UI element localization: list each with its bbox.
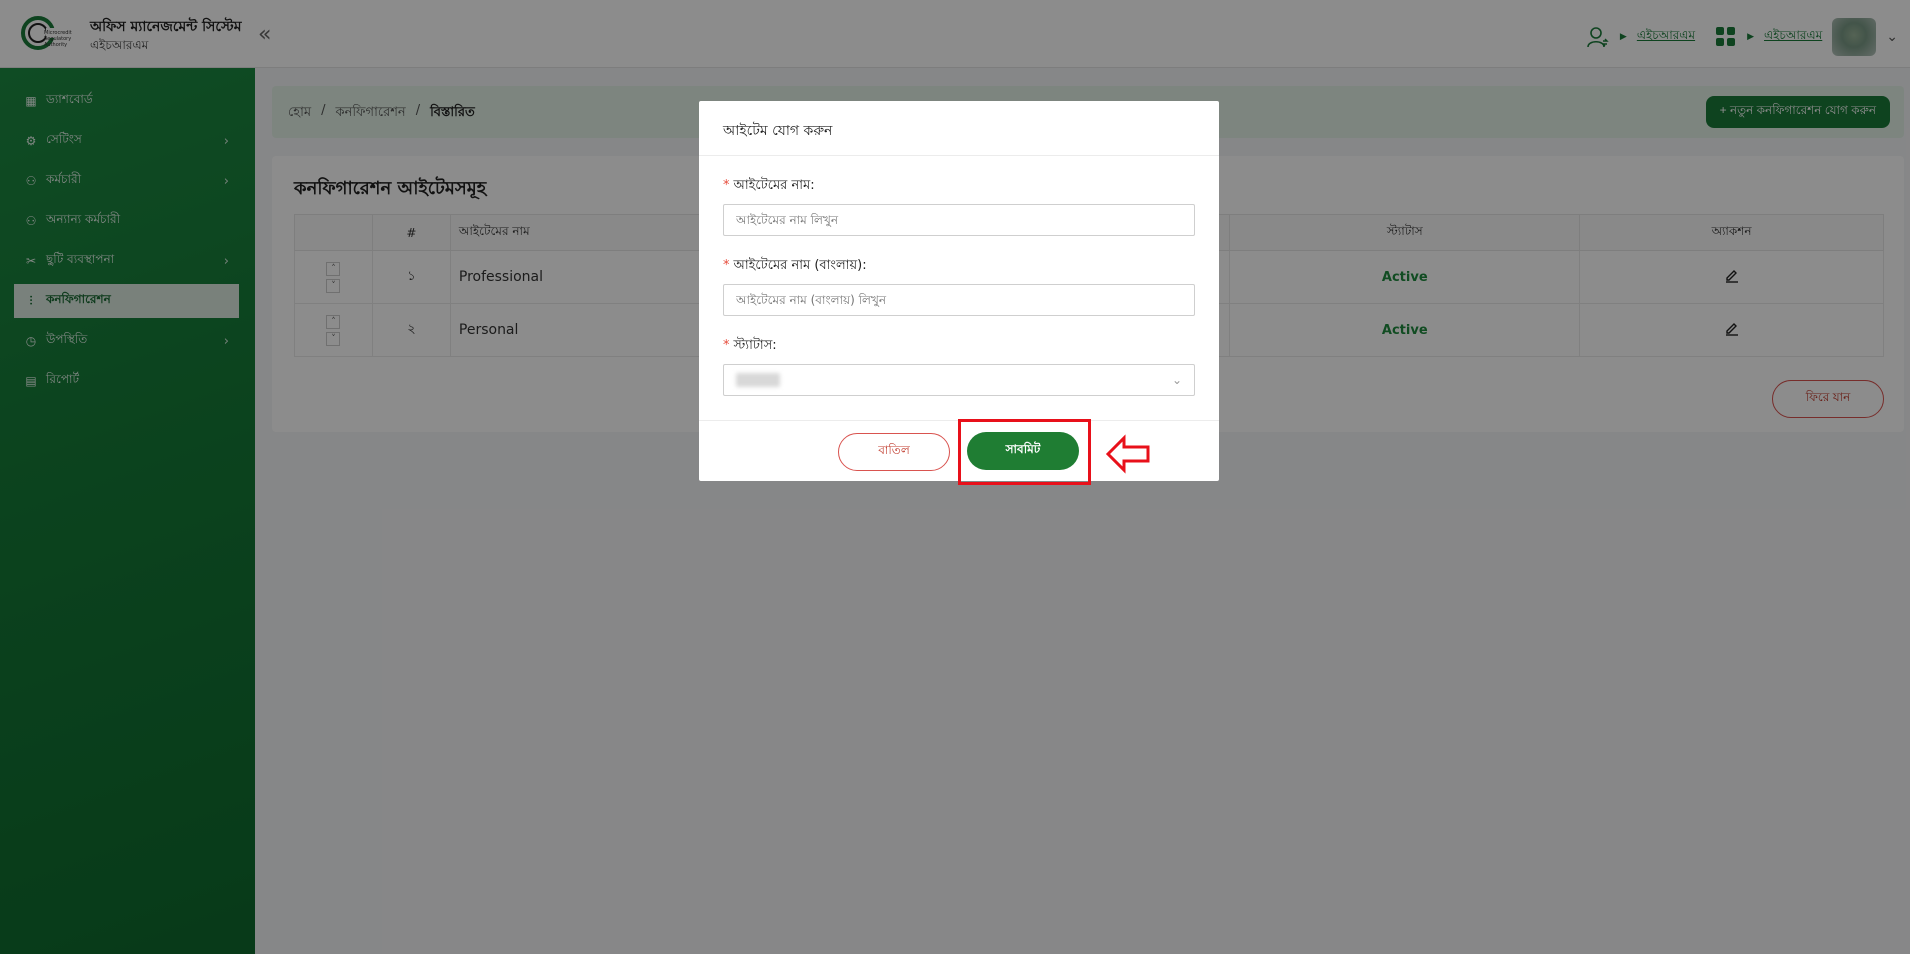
modal-title: আইটেম যোগ করুন (699, 101, 1219, 156)
item-name-bn-input[interactable] (723, 284, 1195, 316)
status-select[interactable]: ⌄ (723, 364, 1195, 396)
required-mark: * (723, 338, 730, 353)
cancel-button[interactable]: বাতিল (838, 433, 950, 471)
status-select-value (736, 373, 780, 387)
status-label: * স্ট্যাটাস: (723, 336, 777, 357)
required-mark: * (723, 178, 730, 193)
required-mark: * (723, 258, 730, 273)
item-name-bn-label: * আইটেমের নাম (বাংলায়): (723, 256, 867, 277)
item-name-label: * আইটেমের নাম: (723, 176, 815, 197)
item-name-bn-label-text: আইটেমের নাম (বাংলায়): (733, 258, 867, 273)
item-name-label-text: আইটেমের নাম: (733, 178, 815, 193)
arrow-left-icon (1105, 434, 1150, 474)
status-label-text: স্ট্যাটাস: (733, 338, 777, 353)
highlight-box-annotation (958, 419, 1091, 485)
chevron-down-icon: ⌄ (1171, 373, 1182, 387)
item-name-input[interactable] (723, 204, 1195, 236)
